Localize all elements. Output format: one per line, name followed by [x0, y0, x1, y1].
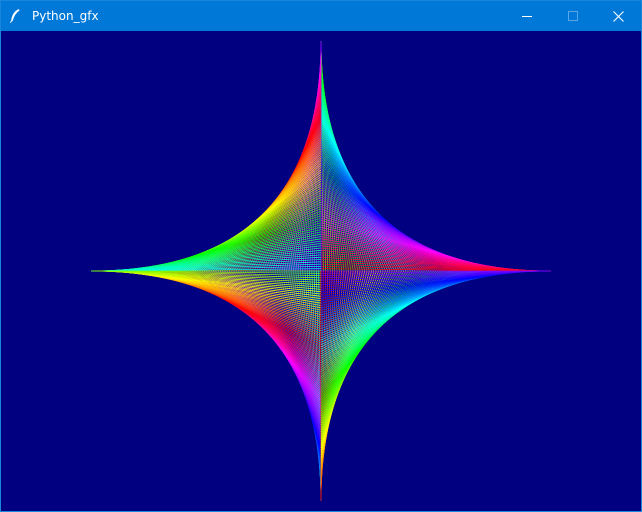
app-window: Python_gfx — [0, 0, 642, 512]
drawing-canvas — [1, 31, 641, 511]
title-bar[interactable]: Python_gfx — [1, 1, 641, 31]
astroid-string-art — [91, 41, 551, 501]
feather-icon[interactable] — [7, 8, 23, 24]
close-icon — [613, 11, 624, 22]
window-title: Python_gfx — [32, 9, 99, 23]
minimize-button[interactable] — [504, 1, 550, 31]
maximize-button[interactable] — [550, 1, 596, 31]
minimize-icon — [522, 16, 532, 17]
close-button[interactable] — [595, 1, 641, 31]
maximize-icon — [568, 11, 578, 21]
